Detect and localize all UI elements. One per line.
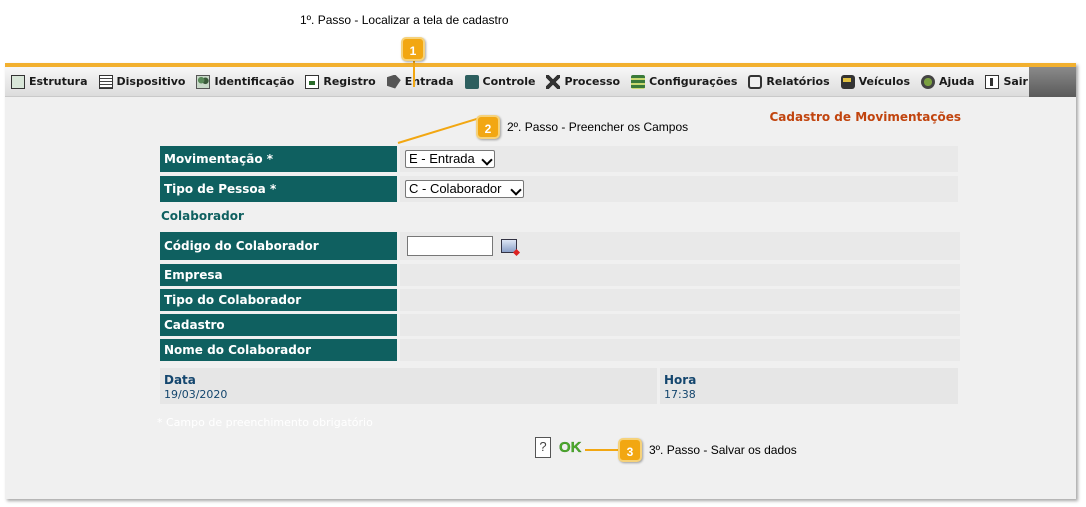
empresa-value: [400, 264, 960, 286]
required-note: * Campo de preenchimento obrigatório: [157, 416, 373, 429]
hora-label: Hora: [664, 373, 697, 387]
step3-text: 3º. Passo - Salvar os dados: [649, 443, 797, 457]
cadastro-label: Cadastro: [160, 314, 397, 336]
codigo-field: [400, 232, 960, 260]
hora-value: 17:38: [664, 388, 696, 401]
step1-badge: 1: [401, 37, 425, 61]
menu-bar: Estrutura Dispositivo Identificação Regi…: [5, 67, 1029, 97]
menu-item-dispositivo[interactable]: Dispositivo: [98, 74, 185, 89]
tipo-colaborador-row: Tipo do Colaborador: [160, 289, 960, 311]
menu-item-controle[interactable]: Controle: [464, 74, 535, 89]
menu-item-ajuda[interactable]: Ajuda: [921, 74, 974, 89]
movimentacao-row: Movimentação * E - Entrada: [160, 146, 958, 172]
step3-badge: 3: [618, 438, 642, 462]
menu-item-configuracoes[interactable]: Configurações: [631, 74, 737, 89]
reports-icon: [748, 74, 763, 89]
data-box: Data 19/03/2020: [160, 368, 657, 404]
tipo-colaborador-label: Tipo do Colaborador: [160, 289, 397, 311]
menu-item-veiculos[interactable]: Veículos: [840, 74, 910, 89]
search-icon[interactable]: [501, 239, 517, 253]
data-label: Data: [164, 373, 196, 387]
cadastro-row: Cadastro: [160, 314, 960, 336]
movimentacao-select[interactable]: E - Entrada: [405, 150, 495, 168]
codigo-label: Código do Colaborador: [160, 232, 397, 260]
ok-button[interactable]: ? OK: [535, 437, 582, 458]
step2-text: 2º. Passo - Preencher os Campos: [507, 120, 689, 134]
help-icon: [921, 74, 936, 89]
tipo-pessoa-label: Tipo de Pessoa *: [160, 176, 397, 202]
register-icon: [305, 74, 320, 89]
data-value: 19/03/2020: [164, 388, 228, 401]
settings-icon: [631, 74, 646, 89]
structure-icon: [11, 74, 25, 89]
step3-callout-line: [585, 449, 620, 451]
empresa-row: Empresa: [160, 264, 960, 286]
step1-text: 1º. Passo - Localizar a tela de cadastro: [300, 13, 509, 27]
tipo-pessoa-select[interactable]: C - Colaborador: [405, 180, 524, 198]
entry-icon: [386, 74, 401, 89]
menu-bar-end: [1029, 67, 1076, 97]
codigo-input[interactable]: [407, 236, 493, 256]
ok-label: OK: [559, 439, 582, 456]
movimentacao-label: Movimentação *: [160, 146, 397, 172]
step1-callout-line: [413, 61, 415, 87]
tipo-colaborador-value: [400, 289, 960, 311]
form-title: Cadastro de Movimentações: [769, 110, 962, 124]
menu-item-relatorios[interactable]: Relatórios: [748, 74, 830, 89]
menu-item-registro[interactable]: Registro: [305, 74, 376, 89]
menu-item-entrada[interactable]: Entrada: [386, 74, 454, 89]
tipo-pessoa-field: C - Colaborador: [400, 176, 958, 202]
section-title-colaborador: Colaborador: [161, 209, 244, 223]
nome-value: [400, 339, 960, 361]
cadastro-value: [400, 314, 960, 336]
hora-box: Hora 17:38: [660, 368, 958, 404]
chevron-down-icon: [481, 154, 493, 166]
chevron-down-icon: [510, 184, 522, 196]
menu-item-identificacao[interactable]: Identificação: [196, 74, 294, 89]
document-help-icon: ?: [535, 437, 551, 458]
vehicles-icon: [840, 74, 855, 89]
nome-row: Nome do Colaborador: [160, 339, 960, 361]
empresa-label: Empresa: [160, 264, 397, 286]
codigo-row: Código do Colaborador: [160, 232, 960, 260]
movimentacao-field: E - Entrada: [400, 146, 958, 172]
exit-icon: [985, 74, 1000, 89]
process-icon: [546, 74, 561, 89]
identification-icon: [196, 74, 211, 89]
control-icon: [464, 74, 479, 89]
tipo-pessoa-row: Tipo de Pessoa * C - Colaborador: [160, 176, 958, 202]
nome-label: Nome do Colaborador: [160, 339, 397, 361]
step2-badge: 2: [476, 115, 500, 139]
menu-item-estrutura[interactable]: Estrutura: [11, 74, 88, 89]
menu-item-processo[interactable]: Processo: [546, 74, 620, 89]
device-icon: [98, 74, 113, 89]
menu-item-sair[interactable]: Sair: [985, 74, 1028, 89]
